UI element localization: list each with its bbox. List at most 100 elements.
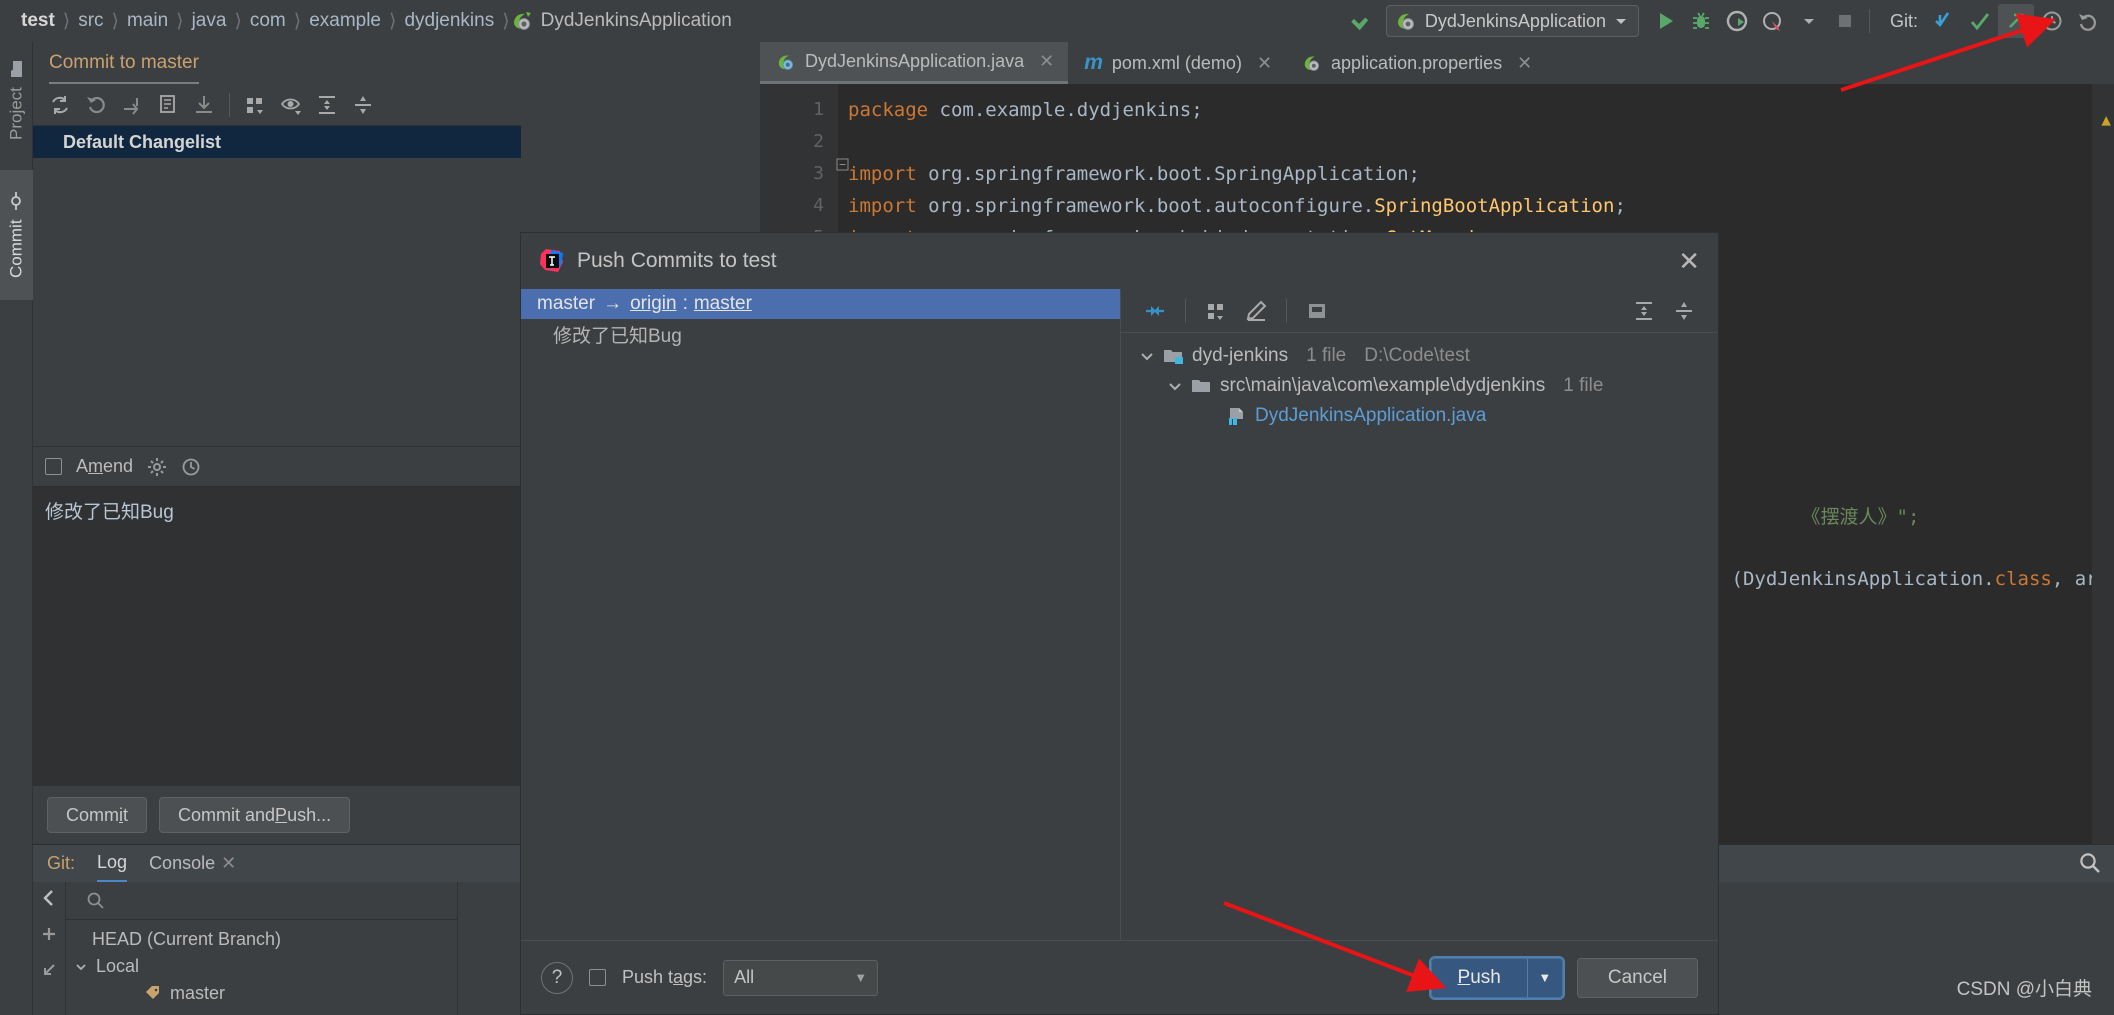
dialog-footer: ? Push tags: All ▼ Push ▼ Cancel: [521, 940, 1718, 1014]
breadcrumb-item-4[interactable]: com: [243, 10, 293, 32]
close-icon[interactable]: ✕: [221, 853, 236, 874]
changed-files-toolbar: [1121, 289, 1718, 333]
breadcrumb-item-5[interactable]: example: [302, 10, 388, 32]
tab-application-properties[interactable]: application.properties ✕: [1286, 42, 1546, 84]
close-icon[interactable]: ✕: [1678, 248, 1700, 274]
preview-icon[interactable]: [1299, 295, 1335, 327]
download-icon[interactable]: [187, 89, 221, 121]
commit-button[interactable]: Comm i t: [47, 797, 148, 833]
push-tags-select[interactable]: All ▼: [723, 959, 879, 996]
expand-all-icon[interactable]: [310, 89, 344, 121]
help-button[interactable]: ?: [541, 961, 573, 994]
breadcrumb-item-2[interactable]: main: [120, 10, 175, 32]
code-line-1: package com.example.dydjenkins;: [848, 99, 1203, 121]
back-arrow-icon[interactable]: [1342, 4, 1378, 38]
close-icon[interactable]: ✕: [1257, 53, 1272, 74]
amend-checkbox[interactable]: [45, 458, 62, 475]
breadcrumb-item-1[interactable]: src: [71, 10, 110, 32]
collapse-selection-icon[interactable]: [1137, 295, 1173, 327]
collapse-all-icon[interactable]: [1666, 295, 1702, 327]
push-arrow-icon: →: [603, 293, 623, 314]
breadcrumb-item-0[interactable]: test: [14, 10, 62, 32]
code-line-3: import org.springframework.boot.SpringAp…: [848, 163, 1420, 185]
group-by-icon[interactable]: [238, 89, 272, 121]
push-commits-dialog: Push Commits to test ✕ master → origin :…: [520, 232, 1719, 1015]
changelist-row[interactable]: Default Changelist: [33, 126, 521, 158]
commit-message-input[interactable]: 修改了已知Bug: [33, 486, 521, 786]
chevron-down-icon[interactable]: [1167, 378, 1183, 394]
warning-icon: ▲: [2101, 110, 2111, 129]
tree-node-file[interactable]: J DydJenkinsApplication.java: [1135, 401, 1718, 431]
chevron-down-icon[interactable]: ▼: [1528, 959, 1562, 997]
edit-icon[interactable]: [1238, 295, 1274, 327]
close-icon[interactable]: ✕: [1517, 53, 1532, 74]
git-rollback-icon[interactable]: [2070, 4, 2106, 38]
git-commit-icon[interactable]: [1962, 4, 1998, 38]
editor-marker-strip[interactable]: ▲: [2092, 84, 2114, 844]
collapse-left-icon[interactable]: [39, 888, 59, 908]
preview-icon[interactable]: [274, 89, 308, 121]
tab-pom-xml[interactable]: m pom.xml (demo) ✕: [1068, 42, 1286, 84]
gear-icon[interactable]: [147, 457, 167, 477]
commit-and-push-button[interactable]: Commit and Push...: [159, 797, 351, 833]
breadcrumb-separator: ⟩: [502, 10, 510, 32]
line-number: 4: [813, 195, 824, 216]
tree-node-module[interactable]: dyd-jenkins 1 file D:\Code\test: [1135, 341, 1718, 371]
shelve-icon[interactable]: [115, 89, 149, 121]
chevron-down-icon[interactable]: [1791, 4, 1827, 38]
push-tags-checkbox[interactable]: [589, 969, 606, 986]
tree-node-package[interactable]: src\main\java\com\example\dydjenkins 1 f…: [1135, 371, 1718, 401]
sidebar-item-commit-label: Commit: [6, 219, 26, 279]
git-update-icon[interactable]: [1926, 4, 1962, 38]
cancel-button[interactable]: Cancel: [1576, 957, 1698, 998]
push-spec-row[interactable]: master → origin : master: [521, 289, 1120, 319]
close-icon[interactable]: ✕: [1039, 51, 1054, 72]
expand-all-icon[interactable]: [1626, 295, 1662, 327]
dialog-title-bar: Push Commits to test ✕: [521, 233, 1718, 289]
chevron-down-icon[interactable]: [74, 960, 88, 974]
group-by-icon[interactable]: [1198, 295, 1234, 327]
diff-icon[interactable]: [151, 89, 185, 121]
history-icon[interactable]: [181, 457, 201, 477]
run-with-coverage-icon[interactable]: [1719, 4, 1755, 38]
stop-icon: [1827, 4, 1863, 38]
push-remote[interactable]: origin: [630, 293, 676, 315]
run-icon[interactable]: [1647, 4, 1683, 38]
run-configuration-selector[interactable]: DydJenkinsApplication: [1385, 5, 1639, 37]
branch-search-field[interactable]: [66, 882, 457, 920]
breadcrumb-item-3[interactable]: java: [185, 10, 234, 32]
code-fold-icon[interactable]: [836, 158, 849, 175]
chevron-down-icon[interactable]: [1139, 348, 1155, 364]
push-button[interactable]: Push ▼: [1428, 955, 1565, 1000]
commit-list-item[interactable]: 修改了已知Bug: [521, 319, 1120, 349]
profiler-icon[interactable]: [1755, 4, 1791, 38]
git-push-icon[interactable]: [1998, 4, 2034, 38]
tab-dydjenkinsapplication-java[interactable]: DydJenkinsApplication.java ✕: [760, 42, 1069, 84]
rollback-icon[interactable]: [79, 89, 113, 121]
refresh-icon[interactable]: [43, 89, 77, 121]
tab-console[interactable]: Console ✕: [149, 845, 236, 883]
dialog-action-buttons: Push ▼ Cancel: [1428, 955, 1698, 1000]
spring-properties-icon: [1302, 53, 1322, 73]
search-icon[interactable]: [2070, 851, 2110, 875]
sidebar-item-commit[interactable]: Commit: [0, 170, 33, 300]
breadcrumb-separator: ⟩: [234, 10, 242, 32]
changes-list-area[interactable]: [33, 158, 521, 446]
breadcrumb-separator: ⟩: [293, 10, 302, 32]
breadcrumb-item-6[interactable]: dydjenkins: [397, 10, 501, 32]
branch-tree-local[interactable]: Local: [66, 953, 457, 980]
git-log-toolbar: [2070, 844, 2114, 882]
tab-log[interactable]: Log: [97, 845, 128, 883]
debug-icon[interactable]: [1683, 4, 1719, 38]
add-icon[interactable]: [39, 924, 59, 944]
sidebar-item-project[interactable]: Project: [0, 48, 33, 153]
push-tags-label: Push tags:: [622, 967, 708, 987]
collapse-arrow-icon[interactable]: [39, 960, 59, 980]
branch-tree-master[interactable]: master: [66, 980, 457, 1007]
tab-label: pom.xml (demo): [1111, 52, 1242, 73]
collapse-all-icon[interactable]: [346, 89, 380, 121]
breadcrumb-file[interactable]: DydJenkinsApplication: [511, 10, 732, 32]
push-target[interactable]: master: [694, 293, 752, 315]
branch-tree-head[interactable]: HEAD (Current Branch): [66, 926, 457, 953]
git-history-icon[interactable]: [2034, 4, 2070, 38]
